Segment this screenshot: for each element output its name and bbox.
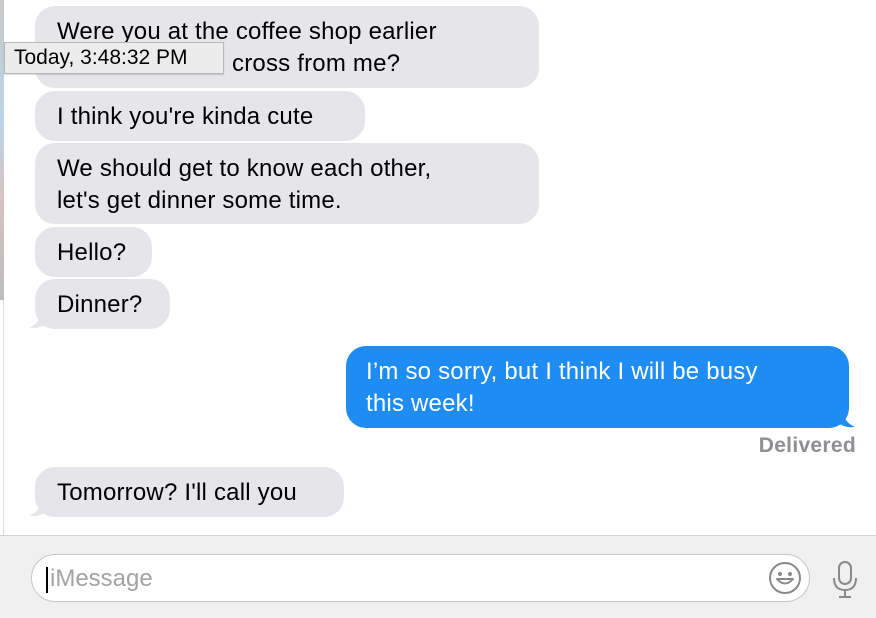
message-input-container[interactable]	[31, 554, 810, 602]
message-input[interactable]	[50, 564, 750, 594]
incoming-message-bubble[interactable]: Dinner?	[35, 279, 170, 329]
message-line: Hello?	[57, 239, 127, 266]
incoming-message-bubble[interactable]: Tomorrow? I'll call you	[35, 467, 344, 517]
message-line: Tomorrow? I'll call you	[57, 479, 297, 506]
outgoing-bubble-tail	[836, 406, 855, 428]
message-line: let's get dinner some time.	[57, 187, 342, 214]
message-transcript[interactable]: Were you at the coffee shop earlier cros…	[0, 0, 876, 535]
message-line: Dinner?	[57, 291, 143, 318]
timestamp-tooltip: Today, 3:48:32 PM	[4, 42, 224, 74]
message-line: I think you're kinda cute	[57, 103, 314, 130]
message-line: this week!	[366, 390, 475, 417]
incoming-message-bubble[interactable]: We should get to know each other, let's …	[35, 143, 539, 224]
outgoing-message-bubble[interactable]: I’m so sorry, but I think I will be busy…	[346, 346, 849, 428]
incoming-bubble-tail	[29, 495, 48, 517]
delivery-status: Delivered	[758, 434, 856, 457]
incoming-message-bubble[interactable]: I think you're kinda cute	[35, 91, 365, 141]
microphone-icon[interactable]	[830, 560, 860, 600]
incoming-bubble-tail	[29, 307, 48, 329]
incoming-message-bubble[interactable]: Hello?	[35, 227, 152, 277]
compose-bar	[0, 535, 876, 618]
message-line: We should get to know each other,	[57, 155, 432, 182]
text-caret	[46, 567, 48, 593]
smiley-icon[interactable]	[768, 561, 802, 595]
message-line: I’m so sorry, but I think I will be busy	[366, 358, 758, 385]
